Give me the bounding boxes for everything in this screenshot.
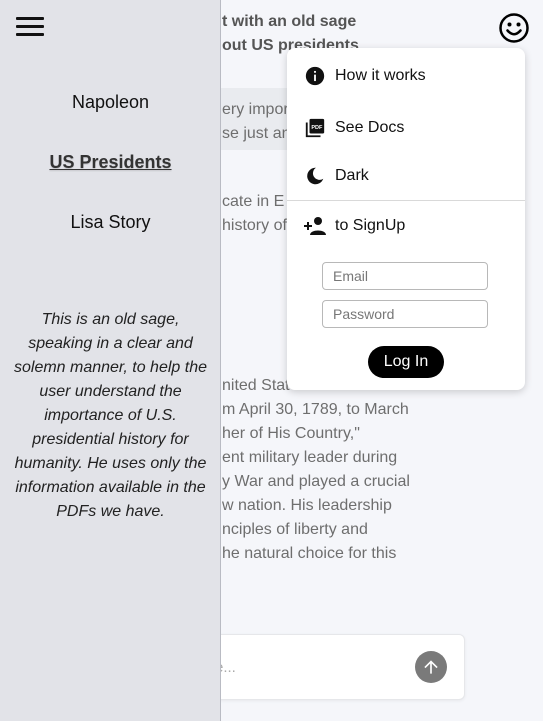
chat-header-line-1: t with an old sage <box>222 13 357 30</box>
menu-item-label: See Docs <box>335 119 405 136</box>
answer-line-2: m April 30, 1789, to March <box>222 401 409 418</box>
info-icon <box>303 64 327 88</box>
smiley-icon[interactable] <box>498 12 530 44</box>
send-button[interactable] <box>415 651 447 683</box>
menu-item-label: How it works <box>335 67 426 84</box>
answer-line-6: w nation. His leadership <box>222 497 392 514</box>
answer-line-3: her of His Country," <box>222 425 360 442</box>
answer-line-7: nciples of liberty and <box>222 521 368 538</box>
svg-text:PDF: PDF <box>311 125 323 131</box>
login-button[interactable]: Log In <box>368 346 444 378</box>
answer-line-5: y War and played a crucial <box>222 473 410 490</box>
arrow-up-icon <box>424 660 438 674</box>
answer-line-8: he natural choice for this <box>222 545 397 562</box>
sidebar-description: This is an old sage, speaking in a clear… <box>13 311 207 520</box>
user-message-line-1: ery import <box>222 101 294 118</box>
menu-item-label: to SignUp <box>335 217 406 234</box>
sidebar-item-us-presidents[interactable]: US Presidents <box>0 152 221 173</box>
reply-line-1: cate in E <box>222 193 285 210</box>
menu-divider <box>287 200 525 201</box>
sidebar-drawer: Napoleon US Presidents Lisa Story This i… <box>0 0 221 721</box>
menu-item-signup[interactable]: to SignUp <box>303 214 405 238</box>
email-field[interactable] <box>322 262 488 290</box>
menu-item-label: Dark <box>335 167 369 184</box>
menu-icon[interactable] <box>16 17 44 39</box>
user-message-line-2: se just an <box>222 125 291 142</box>
sidebar-item-lisa-story[interactable]: Lisa Story <box>0 212 221 233</box>
menu-item-see-docs[interactable]: PDF See Docs <box>303 116 404 140</box>
menu-item-how-it-works[interactable]: How it works <box>303 64 426 88</box>
sidebar-item-napoleon[interactable]: Napoleon <box>0 92 221 113</box>
person-add-icon <box>303 214 327 238</box>
user-dropdown-menu: How it works PDF See Docs Dark to SignUp… <box>287 48 525 390</box>
menu-item-dark-mode[interactable]: Dark <box>303 164 369 188</box>
password-field[interactable] <box>322 300 488 328</box>
pdf-icon: PDF <box>303 116 327 140</box>
answer-line-4: ent military leader during <box>222 449 398 466</box>
answer-line-1: nited Stat <box>222 377 290 394</box>
reply-line-2: history of <box>222 217 287 234</box>
moon-icon <box>303 164 327 188</box>
